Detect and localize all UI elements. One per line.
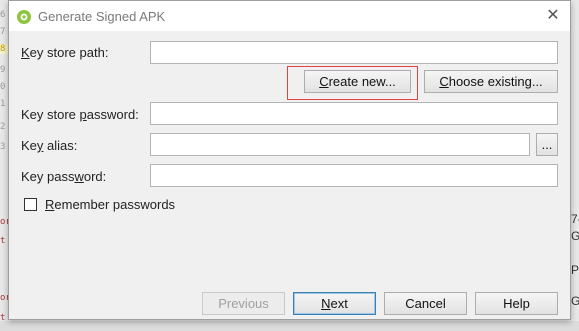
browse-alias-button[interactable]: ... <box>536 133 558 156</box>
previous-button[interactable]: Previous <box>202 292 285 315</box>
line-number: 1 <box>0 99 6 109</box>
ide-statusbar <box>0 321 579 331</box>
close-button[interactable]: ✕ <box>542 6 564 26</box>
panel-fragment: G <box>571 294 579 308</box>
android-studio-icon <box>17 10 31 24</box>
line-number: 2 <box>0 122 6 132</box>
key-store-path-input[interactable] <box>150 41 558 64</box>
help-button[interactable]: Help <box>475 292 558 315</box>
key-store-password-input[interactable] <box>150 102 558 125</box>
generate-signed-apk-dialog: Generate Signed APK ✕ Key store path: Cr… <box>8 0 571 320</box>
panel-fragment: G <box>571 229 579 243</box>
ide-right-panel <box>571 0 579 331</box>
create-new-button[interactable]: Create new... <box>304 70 411 93</box>
remember-passwords-checkbox[interactable] <box>24 198 37 211</box>
line-number: 8 <box>0 44 8 54</box>
line-number: 7 <box>0 27 6 37</box>
line-number: 0 <box>0 82 6 92</box>
cancel-button[interactable]: Cancel <box>384 292 467 315</box>
line-number: 3 <box>0 142 6 152</box>
key-store-password-label: Key store password: <box>21 107 139 122</box>
title-bar: Generate Signed APK ✕ <box>9 1 570 31</box>
key-password-label: Key password: <box>21 169 107 184</box>
key-alias-input[interactable] <box>150 133 530 156</box>
line-number: 6 <box>0 10 6 20</box>
code-fragment: t <box>0 236 6 246</box>
next-button[interactable]: Next <box>293 292 376 315</box>
key-alias-label: Key alias: <box>21 138 78 153</box>
panel-fragment: Pr <box>571 263 579 277</box>
line-number: 9 <box>0 65 6 75</box>
panel-fragment: 7- <box>571 212 579 226</box>
key-store-path-label: Key store path: <box>21 45 109 60</box>
close-icon: ✕ <box>546 7 560 24</box>
key-password-input[interactable] <box>150 164 558 187</box>
dialog-title: Generate Signed APK <box>38 9 166 24</box>
remember-passwords-label[interactable]: Remember passwords <box>45 197 175 212</box>
choose-existing-button[interactable]: Choose existing... <box>424 70 558 93</box>
